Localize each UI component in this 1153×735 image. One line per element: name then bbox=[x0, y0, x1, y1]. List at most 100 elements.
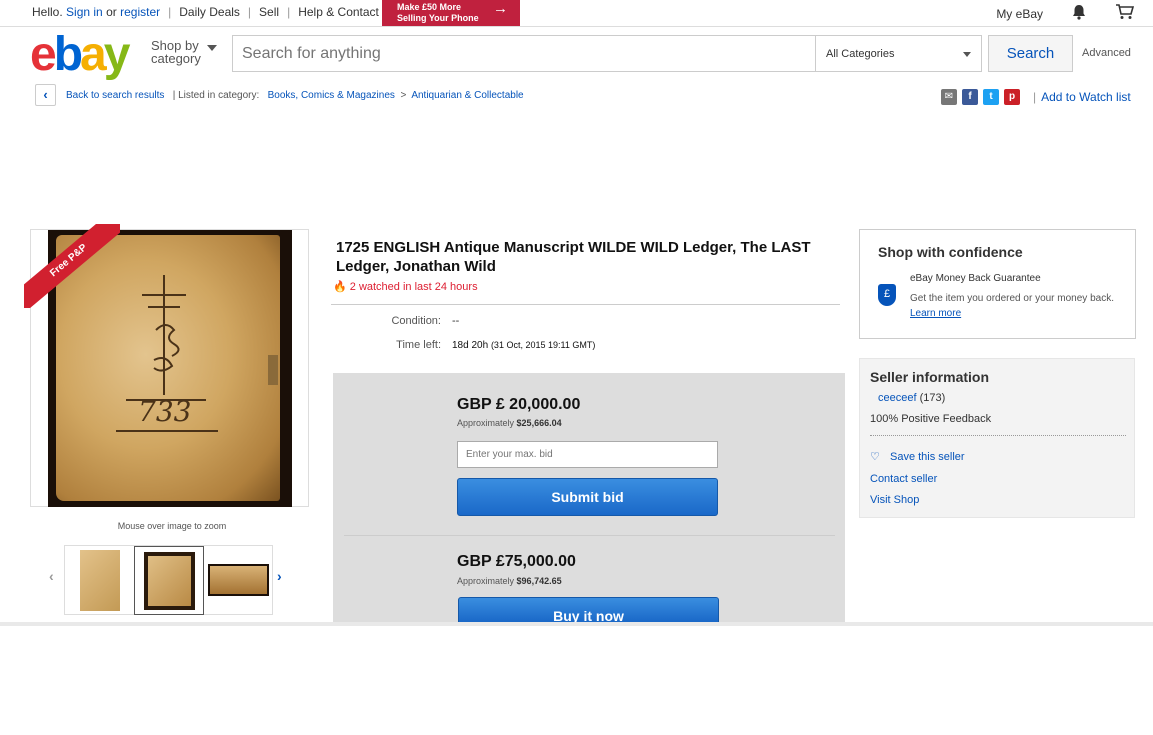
save-seller-link[interactable]: Save this seller bbox=[890, 451, 965, 463]
divider bbox=[344, 535, 835, 536]
contact-seller-link[interactable]: Contact seller bbox=[870, 473, 937, 485]
seller-info-panel: Seller information ceeceef (173) 100% Po… bbox=[859, 358, 1135, 518]
logo-letter: a bbox=[80, 28, 107, 81]
ribbon-label: Free P&P bbox=[24, 224, 120, 308]
search-button[interactable]: Search bbox=[988, 35, 1073, 72]
header: ebay Shop by category All Categories Sea… bbox=[0, 28, 1153, 80]
confidence-heading: Shop with confidence bbox=[878, 244, 1023, 260]
time-left-value: 18d 20h bbox=[452, 340, 489, 351]
or-text: or bbox=[106, 5, 117, 19]
logo-letter: b bbox=[53, 28, 83, 81]
time-left-label: Time left: bbox=[396, 339, 441, 351]
thumbnail-strip bbox=[64, 545, 273, 615]
chevron-right-icon[interactable]: › bbox=[277, 568, 282, 584]
divider bbox=[870, 435, 1126, 436]
category-select[interactable]: All Categories bbox=[815, 35, 982, 72]
thumbnail[interactable] bbox=[80, 550, 120, 611]
chevron-down-icon bbox=[207, 45, 217, 51]
greeting: Hello. bbox=[32, 5, 63, 19]
buy-it-now-button[interactable]: Buy it now bbox=[458, 597, 719, 623]
breadcrumb: ‹ Back to search results | Listed in cat… bbox=[0, 84, 1153, 110]
shop-by-category-button[interactable]: Shop by category bbox=[151, 39, 217, 66]
seller-name: ceeceef (173) bbox=[878, 392, 945, 404]
back-to-results-link[interactable]: Back to search results bbox=[66, 90, 164, 101]
chevron-down-icon bbox=[963, 52, 971, 57]
divider: | bbox=[168, 5, 172, 19]
listed-in-label: | Listed in category: bbox=[172, 90, 260, 101]
watched-text: 2 watched in last 24 hours bbox=[349, 281, 478, 293]
visit-shop-link[interactable]: Visit Shop bbox=[870, 494, 919, 506]
logo-letter: e bbox=[30, 28, 57, 81]
free-pp-ribbon: Free P&P bbox=[24, 224, 120, 308]
category-select-value: All Categories bbox=[826, 48, 895, 60]
seller-heading: Seller information bbox=[870, 369, 990, 385]
breadcrumb-separator: > bbox=[400, 90, 407, 101]
condition-label-cell: Condition: bbox=[333, 315, 441, 329]
top-bar-right: My eBay bbox=[996, 4, 1135, 23]
add-to-watch-list-link[interactable]: Add to Watch list bbox=[1041, 90, 1131, 104]
watched-notice: 🔥 2 watched in last 24 hours bbox=[333, 280, 478, 293]
pinterest-icon[interactable]: p bbox=[1004, 89, 1020, 105]
category-link-2[interactable]: Antiquarian & Collectable bbox=[411, 90, 523, 101]
guarantee-text: Get the item you ordered or your money b… bbox=[910, 293, 1114, 304]
ebay-logo[interactable]: ebay bbox=[30, 28, 131, 81]
condition-label: Condition: bbox=[391, 315, 441, 327]
shop-with-confidence-panel: Shop with confidence £ eBay Money Back G… bbox=[859, 229, 1136, 339]
breadcrumb-text: Back to search results | Listed in categ… bbox=[66, 90, 524, 101]
approx-label: Approximately bbox=[457, 576, 515, 586]
advanced-search-link[interactable]: Advanced bbox=[1082, 47, 1131, 59]
daily-deals-link[interactable]: Daily Deals bbox=[179, 5, 240, 19]
seller-score: (173) bbox=[919, 392, 946, 404]
guarantee-title: eBay Money Back Guarantee bbox=[910, 273, 1041, 284]
item-title: 1725 ENGLISH Antique Manuscript WILDE WI… bbox=[336, 239, 811, 275]
top-bar-left: Hello. Sign in or register | Daily Deals… bbox=[32, 5, 379, 19]
guarantee-desc: Get the item you ordered or your money b… bbox=[910, 291, 1120, 321]
submit-bid-button[interactable]: Submit bid bbox=[457, 478, 718, 516]
divider: | bbox=[247, 5, 252, 19]
promo-banner[interactable]: Make £50 More Selling Your Phone → bbox=[382, 0, 520, 26]
divider: | bbox=[1033, 90, 1037, 104]
search-input[interactable] bbox=[232, 35, 815, 72]
condition-value: -- bbox=[452, 315, 460, 327]
page-bottom-border bbox=[0, 622, 1153, 626]
current-bid-price: GBP £ 20,000.00 bbox=[457, 396, 581, 413]
bell-icon[interactable] bbox=[1071, 4, 1087, 23]
max-bid-input[interactable] bbox=[457, 441, 718, 468]
divider bbox=[331, 304, 840, 305]
help-contact-link[interactable]: Help & Contact bbox=[298, 5, 379, 19]
category-link-1[interactable]: Books, Comics & Magazines bbox=[268, 90, 395, 101]
seller-name-link[interactable]: ceeceef bbox=[878, 392, 917, 404]
time-left: 18d 20h (31 Oct, 2015 19:11 GMT) bbox=[452, 340, 595, 351]
email-icon[interactable]: ✉ bbox=[941, 89, 957, 105]
sell-link[interactable]: Sell bbox=[259, 5, 279, 19]
chevron-left-icon[interactable]: ‹ bbox=[35, 84, 56, 106]
my-ebay-link[interactable]: My eBay bbox=[996, 7, 1043, 21]
divider: | bbox=[287, 5, 291, 19]
seller-feedback: 100% Positive Feedback bbox=[870, 413, 992, 425]
twitter-icon[interactable]: t bbox=[983, 89, 999, 105]
time-left-label-cell: Time left: bbox=[333, 339, 441, 353]
thumbnail-selected[interactable] bbox=[134, 546, 204, 615]
chevron-left-icon[interactable]: ‹ bbox=[49, 568, 54, 584]
thumbnail-image bbox=[144, 552, 195, 610]
zoom-hint: Mouse over image to zoom bbox=[117, 521, 227, 531]
shield-icon: £ bbox=[878, 284, 896, 306]
logo-letter: y bbox=[103, 28, 131, 81]
arrow-right-icon: → bbox=[493, 0, 508, 17]
share-icons: ✉ f t p bbox=[941, 89, 1020, 105]
save-seller[interactable]: ♡ Save this seller bbox=[870, 450, 965, 463]
sign-in-link[interactable]: Sign in bbox=[66, 5, 103, 19]
cart-icon[interactable] bbox=[1115, 4, 1135, 23]
bid-approx: Approximately $25,666.04 bbox=[457, 418, 562, 428]
register-link[interactable]: register bbox=[120, 5, 160, 19]
learn-more-link[interactable]: Learn more bbox=[910, 308, 961, 319]
top-bar: Hello. Sign in or register | Daily Deals… bbox=[0, 0, 1153, 27]
shop-by-line-2: category bbox=[151, 51, 201, 66]
book-mark: 733 bbox=[138, 395, 191, 428]
approx-value: $96,742.65 bbox=[516, 576, 562, 586]
facebook-icon[interactable]: f bbox=[962, 89, 978, 105]
heart-icon: ♡ bbox=[870, 451, 880, 463]
thumbnail[interactable] bbox=[208, 564, 269, 596]
fire-icon: 🔥 bbox=[333, 281, 347, 293]
time-left-detail: (31 Oct, 2015 19:11 GMT) bbox=[490, 340, 596, 350]
